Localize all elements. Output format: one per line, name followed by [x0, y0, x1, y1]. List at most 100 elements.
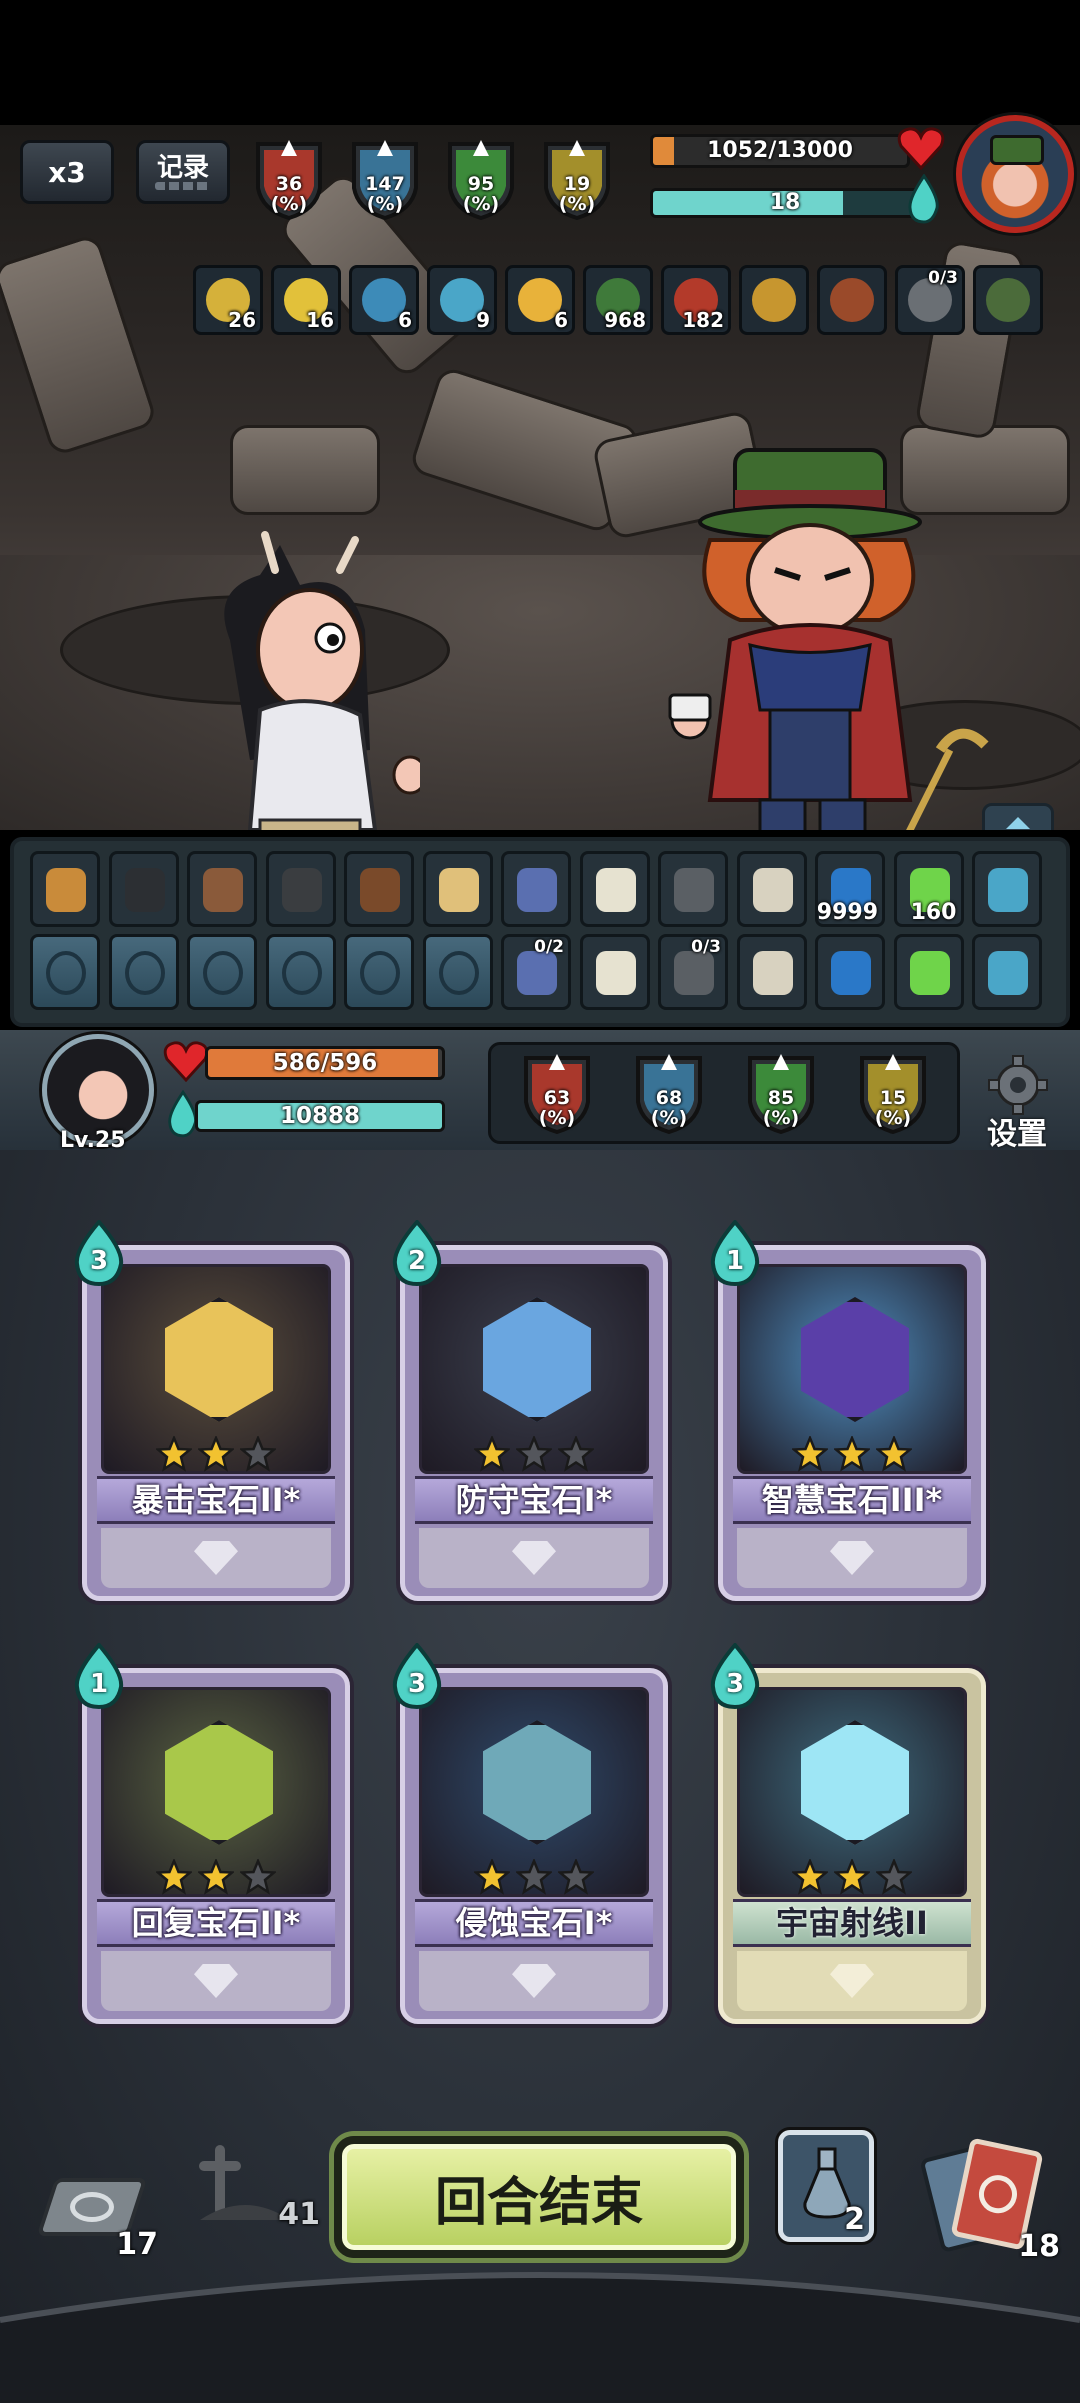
empty-star-icon [238, 1434, 278, 1472]
item-slot[interactable] [736, 851, 807, 927]
item-slot[interactable] [579, 851, 650, 927]
card-name: 宇宙射线II [733, 1899, 971, 1947]
diamond-icon [512, 1541, 556, 1575]
item-count: 0/3 [691, 937, 721, 957]
item-slot[interactable] [501, 851, 571, 927]
stat-value: 19 [563, 173, 591, 195]
stat-badge: 15 (%) [854, 1050, 932, 1134]
card-footer [101, 1951, 331, 2011]
card-footer [419, 1528, 649, 1588]
card-name: 侵蚀宝石I* [415, 1899, 653, 1947]
item-slot[interactable] [658, 851, 728, 927]
item-slot[interactable] [30, 851, 100, 927]
buff-slot[interactable] [739, 265, 809, 335]
buff-slot[interactable]: 182 [661, 265, 731, 335]
card-cost: 1 [71, 1641, 127, 1710]
settings-button[interactable]: 设置 [975, 1055, 1061, 1152]
item-slot[interactable] [579, 934, 650, 1010]
star-icon [154, 1857, 194, 1895]
crack-rune-icon [124, 951, 165, 995]
muscle-rune-icon [438, 951, 479, 995]
card-cost: 1 [707, 1218, 763, 1287]
draw-pile[interactable]: 17 [36, 2172, 160, 2262]
item-count: 160 [910, 900, 957, 925]
potion-slot[interactable]: 2 [778, 2130, 874, 2242]
record-label: 记录 [156, 153, 209, 183]
stat-unit: (%) [366, 193, 404, 215]
card-name: 暴击宝石II* [97, 1476, 335, 1524]
heart-icon [897, 127, 945, 170]
buff-slot[interactable]: 968 [583, 265, 653, 335]
speed-button[interactable]: x3 [20, 140, 114, 204]
diamond-icon [194, 1541, 238, 1575]
record-button[interactable]: 记录 [136, 140, 230, 204]
light-bulb-icon [830, 1964, 874, 1998]
player-hp-text: 586/596 [272, 1050, 378, 1076]
item-slot[interactable] [265, 851, 336, 927]
player-hp-bar: 586/596 [205, 1046, 445, 1080]
item-slot[interactable] [187, 851, 257, 927]
item-slot[interactable]: 9999 [815, 851, 885, 927]
item-slot[interactable] [344, 851, 414, 927]
item-slot[interactable] [344, 934, 414, 1010]
end-turn-button[interactable]: 回合结束 [334, 2136, 744, 2258]
item-slot[interactable] [736, 934, 807, 1010]
item-slot[interactable] [972, 851, 1042, 927]
minion-icon [517, 951, 557, 995]
buff-slot[interactable] [973, 265, 1043, 335]
buff-count: 26 [228, 308, 256, 332]
item-slot[interactable] [187, 934, 257, 1010]
item-slot[interactable] [108, 934, 179, 1010]
card-cost-value: 1 [725, 1246, 745, 1276]
player-character[interactable] [190, 530, 420, 830]
item-slot[interactable] [265, 934, 336, 1010]
card-name: 智慧宝石III* [733, 1476, 971, 1524]
buff-count: 182 [682, 308, 724, 332]
star-icon [154, 1434, 194, 1472]
buff-slot[interactable] [817, 265, 887, 335]
buff-slot[interactable]: 26 [193, 265, 263, 335]
card-footer [101, 1528, 331, 1588]
item-slot[interactable]: 160 [893, 851, 964, 927]
wisdom-gem-icon [801, 1297, 909, 1422]
card[interactable]: 宇宙射线II 3 [710, 1641, 986, 2024]
item-slot[interactable] [422, 934, 493, 1010]
stat-unit: (%) [462, 193, 500, 215]
item-slot[interactable] [422, 851, 493, 927]
buff-slot[interactable]: 9 [427, 265, 497, 335]
stick-icon [988, 951, 1028, 995]
item-slot[interactable] [972, 934, 1042, 1010]
empty-star-icon [514, 1857, 554, 1895]
item-slot[interactable] [30, 934, 100, 1010]
item-slot[interactable] [108, 851, 179, 927]
buff-slot[interactable]: 16 [271, 265, 341, 335]
item-slot[interactable] [815, 934, 885, 1010]
card[interactable]: 侵蚀宝石I* 3 [392, 1641, 668, 2024]
graveyard-pile[interactable]: 41 [190, 2140, 320, 2232]
stat-unit: (%) [762, 1107, 800, 1129]
star-icon [790, 1857, 830, 1895]
enemy-character[interactable] [650, 430, 1010, 830]
erosion-gem-icon [483, 1720, 591, 1845]
item-slot[interactable]: 0/3 [658, 934, 728, 1010]
buff-slot[interactable]: 0/3 [895, 265, 965, 335]
collapse-panel-button[interactable] [982, 803, 1054, 830]
card[interactable]: 防守宝石I* 2 [392, 1218, 668, 1601]
record-icon [155, 182, 211, 190]
item-slot[interactable]: 0/2 [501, 934, 571, 1010]
buff-count: 6 [554, 308, 568, 332]
bag-icon [360, 868, 400, 912]
card[interactable]: 回复宝石II* 1 [74, 1641, 350, 2024]
stat-value: 15 [879, 1087, 907, 1109]
buff-slot[interactable]: 6 [349, 265, 419, 335]
enemy-portrait[interactable] [956, 115, 1074, 233]
discard-pile[interactable]: 18 [919, 2137, 1060, 2264]
card[interactable]: 暴击宝石II* 3 [74, 1218, 350, 1601]
card-footer [737, 1528, 967, 1588]
card[interactable]: 智慧宝石III* 1 [710, 1218, 986, 1601]
enemy-hp-bar: 1052/13000 [650, 134, 910, 168]
item-slot[interactable] [893, 934, 964, 1010]
buff-slot[interactable]: 6 [505, 265, 575, 335]
stat-badge: 36 (%) [250, 136, 328, 220]
card-cost: 3 [389, 1641, 445, 1710]
